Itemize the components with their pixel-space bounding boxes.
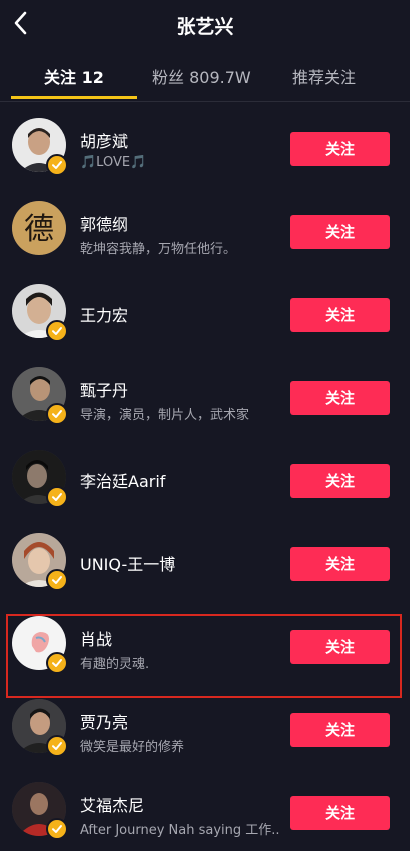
- follow-button[interactable]: 关注: [290, 215, 390, 249]
- user-description: 🎵LOVE🎵: [80, 155, 147, 170]
- verified-badge: [46, 320, 68, 342]
- follow-button[interactable]: 关注: [290, 298, 390, 332]
- list-item[interactable]: 甄子丹 导演，演员，制片人，武术家 关注: [0, 353, 410, 436]
- verified-badge: [46, 486, 68, 508]
- tab-recommended[interactable]: 推荐关注: [292, 64, 356, 88]
- user-name: 艾福杰尼: [80, 796, 145, 815]
- top-bar: 张艺兴: [0, 0, 410, 48]
- list-item[interactable]: 王力宏 关注: [0, 270, 410, 353]
- checkmark-icon: [52, 742, 62, 750]
- follow-button[interactable]: 关注: [290, 381, 390, 415]
- verified-badge: [46, 569, 68, 591]
- checkmark-icon: [52, 576, 62, 584]
- active-tab-indicator: [11, 96, 137, 99]
- list-item[interactable]: 德 郭德纲 乾坤容我静，万物任他行。 关注: [0, 187, 410, 270]
- tab-fans[interactable]: 粉丝 809.7W: [152, 64, 251, 88]
- list-item[interactable]: 艾福杰尼 After Journey Nah saying 工作... 关注: [0, 768, 410, 851]
- svg-text:德: 德: [24, 212, 54, 247]
- user-name: 王力宏: [80, 306, 129, 325]
- follow-button[interactable]: 关注: [290, 713, 390, 747]
- user-description: 乾坤容我静，万物任他行。: [80, 242, 237, 257]
- follow-button[interactable]: 关注: [290, 547, 390, 581]
- tab-bar: 关注 12 粉丝 809.7W 推荐关注: [0, 56, 410, 100]
- checkmark-icon: [52, 327, 62, 335]
- page-title: 张艺兴: [176, 16, 234, 38]
- user-name: 胡彦斌: [80, 132, 129, 151]
- user-name: 郭德纲: [80, 215, 129, 234]
- follow-button[interactable]: 关注: [290, 464, 390, 498]
- follow-button[interactable]: 关注: [290, 796, 390, 830]
- user-description: 导演，演员，制片人，武术家: [80, 408, 250, 423]
- checkmark-icon: [52, 161, 62, 169]
- checkmark-icon: [52, 825, 62, 833]
- verified-badge: [46, 403, 68, 425]
- list-item[interactable]: 胡彦斌 🎵LOVE🎵 关注: [0, 104, 410, 187]
- highlight-box: [6, 614, 402, 698]
- checkmark-icon: [52, 410, 62, 418]
- user-description: After Journey Nah saying 工作...: [80, 823, 280, 838]
- verified-badge: [46, 154, 68, 176]
- verified-badge: [46, 818, 68, 840]
- follow-button[interactable]: 关注: [290, 132, 390, 166]
- user-description: 微笑是最好的修养: [80, 740, 185, 755]
- verified-badge: [46, 735, 68, 757]
- user-name: 李治廷Aarif: [80, 472, 166, 491]
- user-name: 甄子丹: [80, 381, 129, 400]
- list-item[interactable]: 李治廷Aarif 关注: [0, 436, 410, 519]
- divider: [0, 101, 410, 102]
- list-item[interactable]: UNIQ-王一博 关注: [0, 519, 410, 602]
- checkmark-icon: [52, 493, 62, 501]
- avatar[interactable]: 德: [12, 201, 66, 255]
- tab-following[interactable]: 关注 12: [44, 64, 104, 88]
- user-name: UNIQ-王一博: [80, 555, 176, 574]
- user-name: 贾乃亮: [80, 713, 129, 732]
